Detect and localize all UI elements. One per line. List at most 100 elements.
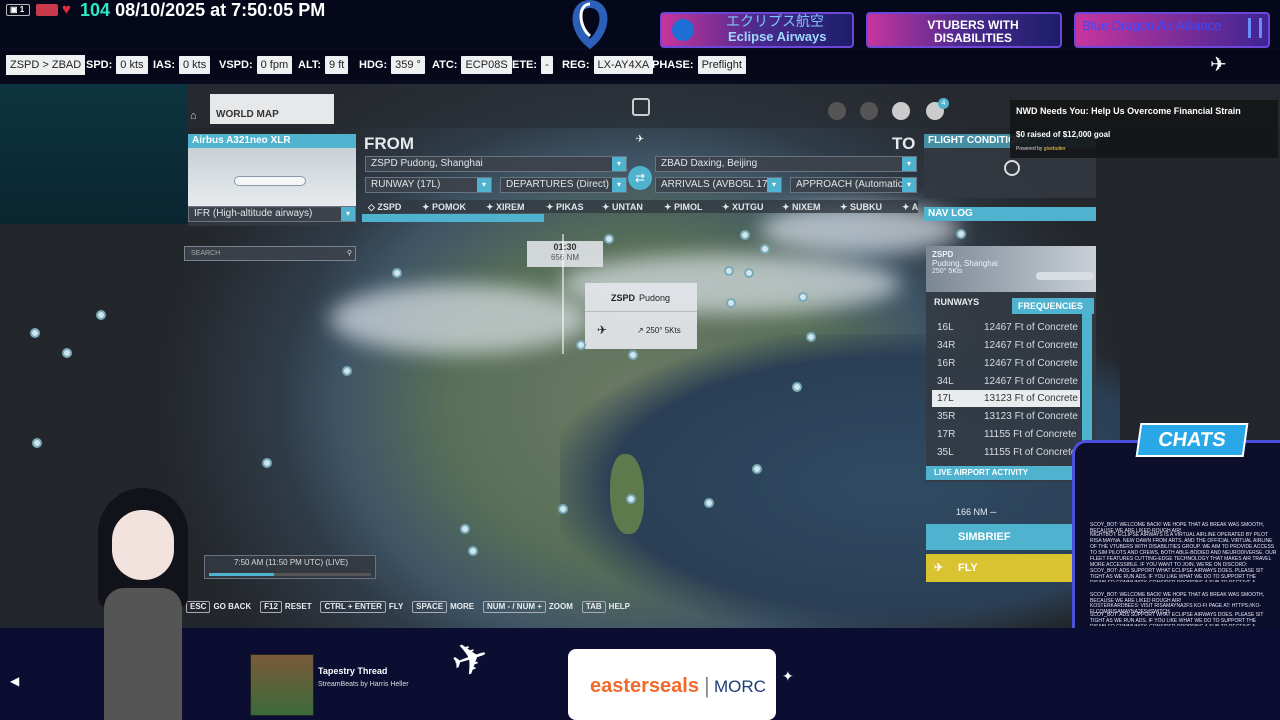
shortcut-help[interactable]: TAB HELP [581,601,630,613]
profile-icon[interactable] [892,102,910,120]
waypoint[interactable]: ✦ A [902,202,918,213]
flight-rules-select[interactable]: IFR (High-altitude airways) ▾ [188,206,356,222]
shortcut-zoom[interactable]: NUM - / NUM + ZOOM [483,601,573,613]
activity-icon[interactable] [828,102,846,120]
hud-ete-label: ETE: [512,59,538,71]
hud-atc-value: ECP08S [461,56,512,74]
runway-row[interactable]: 34L 12467 Ft of Concrete [932,373,1080,390]
live-airport-activity-button[interactable]: LIVE AIRPORT ACTIVITY [926,466,1076,480]
popup-name: Pudong [639,293,671,303]
airport-marker[interactable] [30,328,40,338]
hud-alt-label: ALT: [298,59,322,71]
arrival-procedure-select[interactable]: ARRIVALS (AVBO5L 17R) ▾ [655,177,782,193]
approach-select[interactable]: APPROACH (Automatic) ▾ [790,177,917,193]
runway-row[interactable]: 34R 12467 Ft of Concrete [932,337,1080,354]
waypoint[interactable]: ✦ POMOK [422,202,466,213]
airport-marker[interactable] [760,244,770,254]
hud-spd-label: SPD: [86,59,113,71]
waypoint-label: SUBKU [850,202,883,212]
tab-frequencies[interactable]: FREQUENCIES [1012,298,1094,314]
airport-marker[interactable] [576,340,586,350]
airport-marker[interactable] [62,348,72,358]
hud-phase-value: Preflight [697,56,746,74]
runway-row[interactable]: 16L 12467 Ft of Concrete [932,319,1080,336]
waypoint[interactable]: ✦ PIKAS [546,202,584,213]
vtubers-disabilities-title: VTUBERS WITH DISABILITIES [927,18,1019,45]
route-time: 01:30 [553,242,577,252]
departure-procedure-select[interactable]: DEPARTURES (Direct) ▾ [500,177,627,193]
waypoint[interactable]: ✦ XUTGU [722,202,764,213]
airport-marker[interactable] [96,310,106,320]
shortcut-reset[interactable]: F12 RESET [260,601,312,613]
home-icon[interactable]: ⌂ [190,110,197,122]
airport-marker[interactable] [468,546,478,556]
world-map-tab[interactable]: WORLD MAP [210,94,334,124]
runway-length: 12467 Ft of Concrete [984,340,1078,351]
runway-row-selected[interactable]: 17L 13123 Ft of Concrete [932,390,1080,407]
airport-marker[interactable] [744,268,754,278]
airport-marker[interactable] [32,438,42,448]
waypoint[interactable]: ✦ PIMOL [664,202,703,213]
airport-marker[interactable] [806,332,816,342]
airport-marker[interactable] [558,504,568,514]
shortcut-more[interactable]: SPACE MORE [412,601,474,613]
airport-marker[interactable] [752,464,762,474]
stream-overlay: ▣ 1 ♥ 104 08/10/2025 at 7:50:05 PM エクリプス… [0,0,1280,720]
hud-vspd-value: 0 fpm [256,56,293,74]
runway-select[interactable]: RUNWAY (17L) ▾ [365,177,492,193]
fly-button[interactable]: ✈ FLY [926,554,1076,582]
airport-marker[interactable] [342,366,352,376]
time-of-day-label: 7:50 AM (11:50 PM UTC) (LIVE) [233,558,349,567]
play-icon: ◀ [10,674,20,688]
waypoint-scrollbar[interactable] [362,214,544,222]
time-of-day-panel[interactable]: 7:50 AM (11:50 PM UTC) (LIVE) [204,555,376,579]
stream-top-bar: ▣ 1 ♥ 104 08/10/2025 at 7:50:05 PM エクリプス… [0,0,1280,50]
hud-vspd: VSPD: 0 fpm [219,55,293,75]
airport-marker[interactable] [726,298,736,308]
chevron-down-icon: ▾ [767,178,781,192]
airport-marker[interactable] [604,234,614,244]
airport-marker[interactable] [792,382,802,392]
shortcut-label: ZOOM [548,602,573,611]
airport-marker[interactable] [740,230,750,240]
music-track: Tapestry Thread [318,666,388,676]
capture-icon[interactable] [632,98,650,116]
airport-marker[interactable] [262,458,272,468]
airport-marker[interactable] [626,494,636,504]
arrival-airport-select[interactable]: ZBAD Daxing, Beijing ▾ [655,156,917,172]
waypoint[interactable]: ✦ XIREM [486,202,525,213]
pause-icon [1248,18,1262,38]
runway-row[interactable]: 16R 12467 Ft of Concrete [932,355,1080,372]
airport-marker[interactable] [956,229,966,239]
waypoint[interactable]: ✦ NIXEM [782,202,821,213]
runway-row[interactable]: 35L 11155 Ft of Concrete [932,444,1080,461]
tab-runways[interactable]: RUNWAYS [928,294,1008,310]
runway-row[interactable]: 35R 13123 Ft of Concrete [932,408,1080,425]
departure-airport-select[interactable]: ZSPD Pudong, Shanghai ▾ [365,156,627,172]
heart-icon: ♥ [62,1,71,18]
runway-id: 35L [937,447,954,458]
airport-marker[interactable] [628,350,638,360]
waypoint[interactable]: ✦ UNTAN [602,202,643,213]
runway-row[interactable]: 17R 11155 Ft of Concrete [932,426,1080,443]
swap-airports-button[interactable]: ⇄ [628,166,652,190]
airport-marker[interactable] [460,524,470,534]
search-input[interactable]: SEARCH ⚲ [184,246,356,261]
simbrief-button[interactable]: SIMBRIEF [926,524,1076,550]
powered-label: Powered by [1016,146,1043,152]
airport-marker[interactable] [798,292,808,302]
airport-marker[interactable] [704,498,714,508]
airport-marker[interactable] [724,266,734,276]
search-placeholder: SEARCH [191,250,221,257]
shortcut-fly[interactable]: CTRL + ENTER FLY [320,601,403,613]
friends-icon[interactable] [860,102,878,120]
vtubers-disabilities-banner: VTUBERS WITH DISABILITIES [866,12,1062,48]
nav-log-tab[interactable]: NAV LOG [924,207,1096,221]
waypoint[interactable]: ✦ SUBKU [840,202,882,213]
waypoint-label: XIREM [496,202,525,212]
airport-marker[interactable] [392,268,402,278]
airport-popup[interactable]: ZSPD Pudong ✈ ↗ 250° 5Kts [585,283,697,349]
waypoint[interactable]: ◇ ZSPD [368,202,401,213]
eclipse-airways-en: Eclipse Airways [728,29,827,44]
music-artist: StreamBeats by Harris Heller [318,681,409,688]
